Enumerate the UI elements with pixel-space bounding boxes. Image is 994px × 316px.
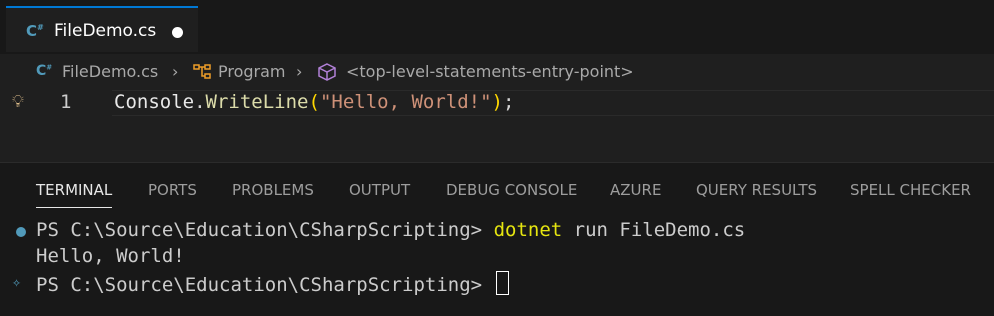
code-string: "Hello, World!": [319, 91, 492, 113]
lightbulb-icon[interactable]: 💡︎: [12, 92, 24, 112]
code-class: Console: [114, 91, 195, 113]
code-text[interactable]: Console.WriteLine("Hello, World!");: [114, 91, 514, 113]
unsaved-dot-icon[interactable]: [172, 27, 183, 38]
chevron-right-icon: ›: [296, 62, 303, 81]
code-close-paren: ): [491, 91, 503, 113]
command-args: run FileDemo.cs: [562, 219, 746, 241]
tab-debug-console[interactable]: DEBUG CONSOLE: [446, 181, 577, 199]
code-line[interactable]: 💡︎ 1 Console.WriteLine("Hello, World!");: [0, 90, 994, 116]
editor-tab-bar: C# FileDemo.cs: [0, 0, 994, 54]
terminal-output: Hello, World!: [36, 245, 185, 267]
tab-output[interactable]: OUTPUT: [349, 181, 410, 199]
chevron-right-icon: ›: [172, 62, 179, 81]
code-semicolon: ;: [502, 91, 515, 113]
prompt: PS C:\Source\Education\CSharpScripting>: [36, 274, 494, 296]
method-cube-icon: [316, 62, 338, 86]
class-icon: [192, 62, 214, 86]
line-number: 1: [60, 91, 72, 113]
code-method: WriteLine: [205, 91, 309, 113]
command-word: dotnet: [493, 219, 563, 241]
csharp-icon: C#: [26, 22, 44, 40]
tab-label: TERMINAL: [36, 181, 113, 199]
code-dot: .: [194, 91, 206, 113]
code-open-paren: (: [308, 91, 320, 113]
terminal-line-1: PS C:\Source\Education\CSharpScripting> …: [36, 219, 745, 241]
tab-ports[interactable]: PORTS: [148, 181, 197, 199]
tab-query-results[interactable]: QUERY RESULTS: [696, 181, 817, 199]
tab-label: FileDemo.cs: [54, 21, 157, 41]
breadcrumb-symbol[interactable]: <top-level-statements-entry-point>: [346, 62, 634, 81]
panel-tabs: TERMINAL PORTS PROBLEMS OUTPUT DEBUG CON…: [0, 181, 994, 208]
breadcrumb-file[interactable]: FileDemo.cs: [62, 62, 158, 81]
tab-problems[interactable]: PROBLEMS: [232, 181, 314, 199]
active-tab-underline: [36, 207, 113, 208]
terminal-line-3: PS C:\Source\Education\CSharpScripting>: [36, 271, 509, 296]
editor-area[interactable]: C# FileDemo.cs › Program › <top-level-st…: [0, 54, 994, 162]
tab-azure[interactable]: AZURE: [610, 181, 661, 199]
terminal-cursor: [495, 271, 509, 295]
csharp-icon: C#: [36, 63, 53, 79]
breadcrumb: C# FileDemo.cs › Program › <top-level-st…: [0, 62, 994, 84]
tab-spell-checker[interactable]: SPELL CHECKER: [850, 181, 971, 199]
prompt: PS C:\Source\Education\CSharpScripting>: [36, 219, 494, 241]
tab-terminal[interactable]: TERMINAL: [36, 181, 113, 208]
bottom-panel: TERMINAL PORTS PROBLEMS OUTPUT DEBUG CON…: [0, 162, 994, 316]
breadcrumb-class[interactable]: Program: [218, 62, 286, 81]
command-decoration-icon[interactable]: [16, 227, 26, 237]
sparkle-icon[interactable]: ✧: [12, 273, 21, 291]
tab-filedemo[interactable]: C# FileDemo.cs: [6, 6, 198, 52]
